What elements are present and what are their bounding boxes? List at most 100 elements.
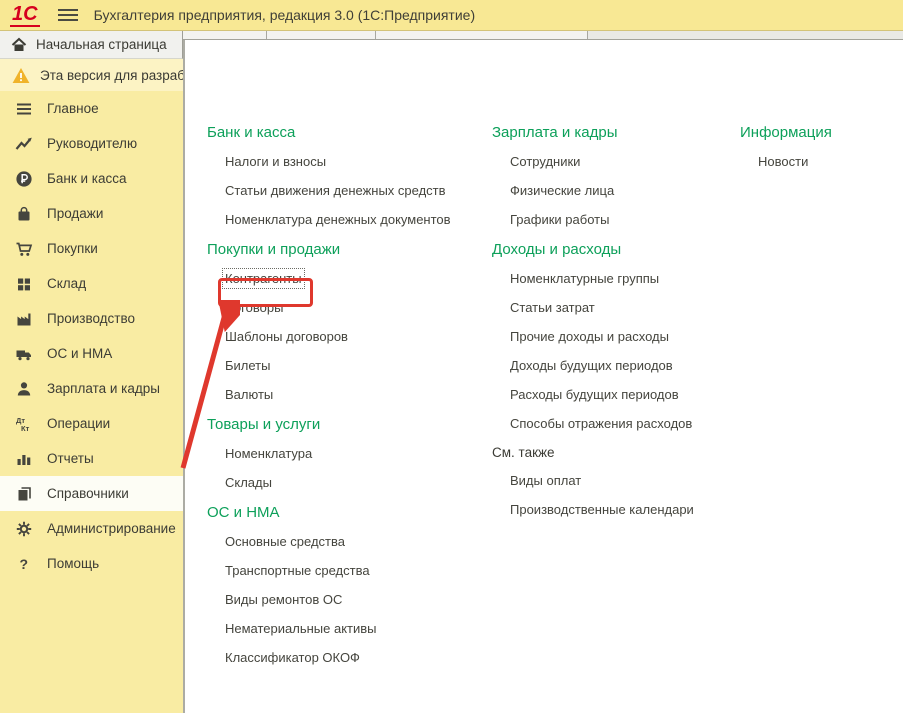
sidebar-item-label: Операции — [47, 416, 110, 431]
person-icon — [13, 380, 35, 398]
sidebar-item-zarplata-i-kadry[interactable]: Зарплата и кадры — [0, 371, 183, 406]
sidebar-item-label: Банк и касса — [47, 171, 127, 186]
section-link[interactable]: Классификатор ОКОФ — [225, 650, 360, 665]
section-link[interactable]: Основные средства — [225, 534, 345, 549]
section-link[interactable]: Нематериальные активы — [225, 621, 377, 636]
sidebar-item-otchety[interactable]: Отчеты — [0, 441, 183, 476]
sidebar-item-label: ОС и НМА — [47, 346, 112, 361]
chart-icon — [13, 450, 35, 468]
section: Доходы и расходы Номенклатурные группы Ста… — [492, 241, 737, 431]
question-icon: ? — [13, 555, 35, 573]
section-link[interactable]: Валюты — [225, 387, 273, 402]
sidebar-item-sklad[interactable]: Склад — [0, 266, 183, 301]
1c-logo-icon: 1С — [10, 3, 40, 27]
sidebar-item-pomosch[interactable]: ? Помощь — [0, 546, 183, 581]
section: Информация Новости — [740, 124, 900, 169]
sidebar-item-label: Руководителю — [47, 136, 137, 151]
bag-icon — [13, 205, 35, 223]
section: Зарплата и кадры Сотрудники Физические лиц… — [492, 124, 737, 227]
section-link[interactable]: Статьи затрат — [510, 300, 595, 315]
sidebar-item-proizvodstvo[interactable]: Производство — [0, 301, 183, 336]
sidebar-item-administrirovanie[interactable]: Администрирование — [0, 511, 183, 546]
title-bar: 1С Бухгалтерия предприятия, редакция 3.0… — [0, 0, 903, 31]
section-link[interactable]: Статьи движения денежных средств — [225, 183, 446, 198]
section-title: Покупки и продажи — [207, 241, 479, 258]
home-icon — [11, 37, 27, 53]
content-column-2: Зарплата и кадры Сотрудники Физические лиц… — [492, 124, 737, 531]
section-link[interactable]: Физические лица — [510, 183, 614, 198]
content-column-1: Банк и касса Налоги и взносы Статьи движен… — [207, 124, 479, 679]
cart-icon — [13, 240, 35, 258]
section-title: Банк и касса — [207, 124, 479, 141]
tab-strip-divider — [375, 31, 376, 39]
sidebar-item-rukovoditelyu[interactable]: Руководителю — [0, 126, 183, 161]
sidebar-item-label: Продажи — [47, 206, 103, 221]
section-link[interactable]: Номенклатура — [225, 446, 312, 461]
section-link[interactable]: Доходы будущих периодов — [510, 358, 673, 373]
warning-icon — [12, 67, 30, 84]
section-link[interactable]: Налоги и взносы — [225, 154, 326, 169]
sidebar-item-label: Склад — [47, 276, 86, 291]
sidebar-item-spravochniki[interactable]: Справочники — [0, 476, 183, 511]
trend-icon — [13, 135, 35, 153]
sidebar-item-prodazhi[interactable]: Продажи — [0, 196, 183, 231]
section-link[interactable]: Договоры — [225, 300, 283, 315]
sidebar-item-operatsii[interactable]: ДтКт Операции — [0, 406, 183, 441]
tab-strip-divider — [266, 31, 267, 39]
sidebar-item-label: Помощь — [47, 556, 99, 571]
section-title: Информация — [740, 124, 900, 141]
section-title: Зарплата и кадры — [492, 124, 737, 141]
gear-icon — [13, 520, 35, 538]
sidebar-item-glavnoe[interactable]: Главное — [0, 91, 183, 126]
books-icon — [13, 485, 35, 503]
tab-strip-divider — [587, 31, 588, 39]
section-link[interactable]: Прочие доходы и расходы — [510, 329, 669, 344]
sidebar-item-os-i-nma[interactable]: ОС и НМА — [0, 336, 183, 371]
dtkt-icon: ДтКт — [13, 415, 35, 433]
sidebar-item-label: Администрирование — [47, 521, 176, 536]
ruble-icon — [13, 170, 35, 188]
section: Товары и услугиНоменклатураСклады — [207, 416, 479, 490]
section-link[interactable]: Билеты — [225, 358, 270, 373]
section-title: Доходы и расходы — [492, 241, 737, 258]
section-link[interactable]: Номенклатура денежных документов — [225, 212, 451, 227]
sidebar-item-pokupki[interactable]: Покупки — [0, 231, 183, 266]
section-link[interactable]: Номенклатурные группы — [510, 271, 659, 286]
main-menu-icon[interactable] — [58, 6, 78, 24]
window-title: Бухгалтерия предприятия, редакция 3.0 (1… — [94, 7, 476, 23]
references-menu-panel: Банк и касса Налоги и взносы Статьи движен… — [183, 40, 903, 713]
tab-strip-segment — [587, 31, 903, 39]
section-link[interactable]: Производственные календари — [510, 502, 694, 517]
window-tab-strip — [183, 31, 903, 40]
app-window: 1С Бухгалтерия предприятия, редакция 3.0… — [0, 0, 903, 713]
section-link[interactable]: Склады — [225, 475, 272, 490]
sidebar-item-label: Зарплата и кадры — [47, 381, 160, 396]
section-link[interactable]: Шаблоны договоров — [225, 329, 348, 344]
section-link-highlighted[interactable]: Контрагенты — [225, 271, 302, 286]
section: См. также Виды оплат Производственные кале… — [492, 445, 737, 517]
section-link[interactable]: Новости — [758, 154, 808, 169]
grid-icon — [13, 275, 35, 293]
sidebar-item-bank-i-kassa[interactable]: Банк и касса — [0, 161, 183, 196]
section-link[interactable]: Графики работы — [510, 212, 609, 227]
section-title: См. также — [492, 445, 737, 460]
dev-version-warning-banner[interactable]: Эта версия для разработ — [0, 59, 183, 91]
section-link[interactable]: Транспортные средства — [225, 563, 370, 578]
menu-icon — [13, 100, 35, 118]
sidebar-nav: Главное Руководителю Банк и касса Продажи По… — [0, 91, 183, 713]
factory-icon — [13, 310, 35, 328]
tab-home-page[interactable]: Начальная страница — [0, 31, 183, 59]
section-link[interactable]: Сотрудники — [510, 154, 580, 169]
section: Покупки и продажи Контрагенты Договоры Шабл… — [207, 241, 479, 402]
section-link[interactable]: Способы отражения расходов — [510, 416, 692, 431]
sidebar-item-label: Справочники — [47, 486, 129, 501]
section: ОС и НМАОсновные средстваТранспортные ср… — [207, 504, 479, 665]
sidebar-item-label: Отчеты — [47, 451, 94, 466]
warning-text: Эта версия для разработ — [40, 68, 183, 83]
truck-icon — [13, 345, 35, 363]
sidebar-item-label: Производство — [47, 311, 135, 326]
section-link[interactable]: Виды ремонтов ОС — [225, 592, 342, 607]
sidebar-item-label: Покупки — [47, 241, 98, 256]
section-link[interactable]: Виды оплат — [510, 473, 581, 488]
section-link[interactable]: Расходы будущих периодов — [510, 387, 679, 402]
